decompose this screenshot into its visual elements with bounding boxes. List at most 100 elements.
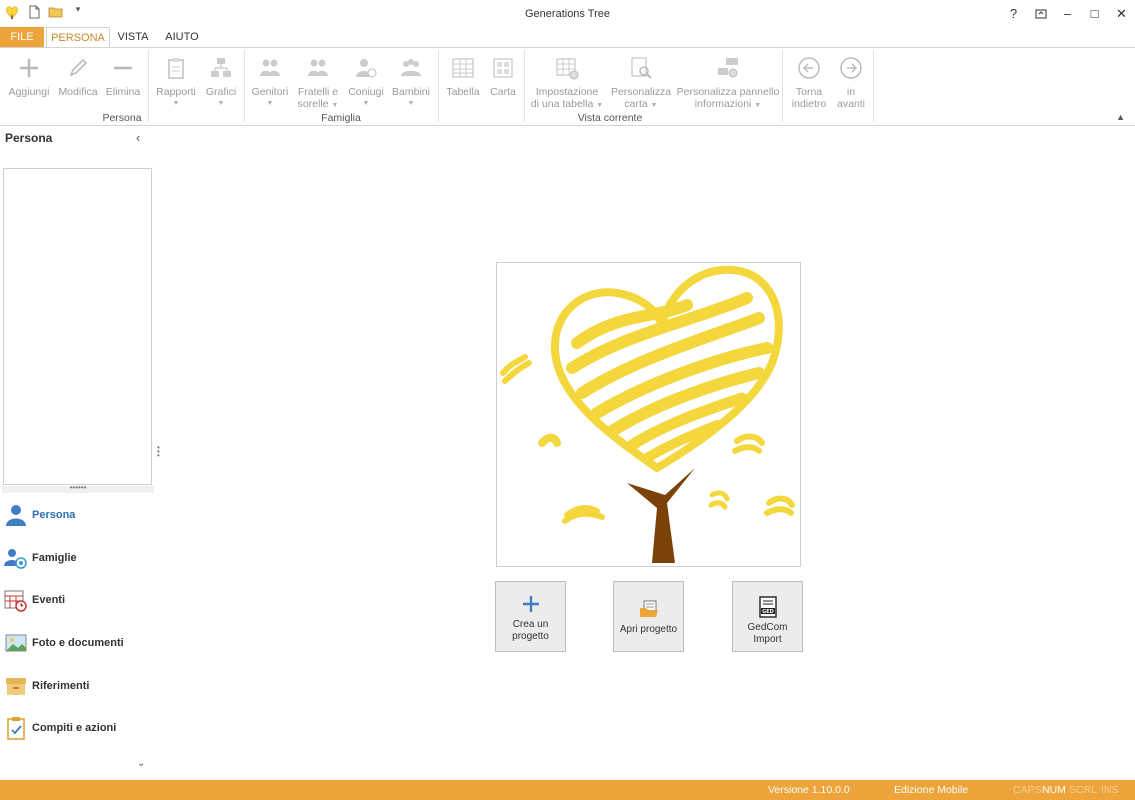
table-settings-icon xyxy=(555,56,579,80)
person-icon xyxy=(4,503,28,527)
pencil-icon xyxy=(66,56,90,80)
go-forward-label-line2: avanti xyxy=(836,98,866,110)
person-list-box[interactable] xyxy=(3,168,152,485)
nav-item-persona-label: Persona xyxy=(32,509,76,521)
nav-item-compiti-azioni[interactable]: Compiti e azioni xyxy=(0,713,156,743)
panel-settings-icon xyxy=(716,56,740,80)
delete-person-label: Elimina xyxy=(105,86,141,98)
restore-window-icon[interactable] xyxy=(1027,0,1054,27)
ins-indicator: INS xyxy=(1101,784,1119,796)
customize-info-panel-label-line1: Personalizza pannello xyxy=(676,86,780,98)
reports-dropdown-icon: ▼ xyxy=(172,100,180,107)
add-person-button[interactable]: Aggiungi xyxy=(8,56,50,98)
minimize-button[interactable]: – xyxy=(1054,0,1081,27)
table-view-button[interactable]: Tabella xyxy=(444,56,482,98)
calendar-icon xyxy=(4,588,28,612)
siblings-label-line2: sorelle ▼ xyxy=(296,98,340,112)
open-project-button[interactable]: Apri progetto xyxy=(613,581,684,652)
delete-person-button[interactable]: Elimina xyxy=(104,56,142,98)
create-project-label-line1: Crea un xyxy=(512,619,549,630)
siblings-button[interactable]: Fratelli e sorelle ▼ xyxy=(296,56,340,112)
charts-button[interactable]: Grafici ▼ xyxy=(202,56,240,110)
customize-map-button[interactable]: Personalizza carta ▼ xyxy=(610,56,672,112)
panel-splitter[interactable]: •••••• xyxy=(2,484,154,493)
customize-info-panel-button[interactable]: Personalizza pannello informazioni ▼ xyxy=(676,56,780,112)
tab-file[interactable]: FILE xyxy=(0,27,44,47)
spouses-button[interactable]: Coniugi ▼ xyxy=(346,56,386,110)
tree-chart-icon xyxy=(209,56,233,80)
map-search-icon xyxy=(629,56,653,80)
nav-item-foto-documenti[interactable]: Foto e documenti xyxy=(0,628,156,658)
welcome-logo xyxy=(496,262,801,567)
charts-dropdown-icon: ▼ xyxy=(217,100,225,107)
add-person-label: Aggiungi xyxy=(8,86,50,98)
archive-icon xyxy=(4,674,28,698)
table-setup-label-line2: di una tabella ▼ xyxy=(530,98,604,112)
version-text: Versione 1.10.0.0 xyxy=(768,784,850,796)
maximize-button[interactable]: □ xyxy=(1081,0,1108,27)
siblings-label-text: sorelle xyxy=(297,98,329,110)
nav-item-compiti-azioni-label: Compiti e azioni xyxy=(32,722,117,734)
edition-text: Edizione Mobile xyxy=(894,784,969,796)
tab-persona[interactable]: PERSONA xyxy=(46,27,110,48)
help-button[interactable]: ? xyxy=(1000,0,1027,27)
reports-label: Rapporti xyxy=(156,86,196,98)
more-nav-chevron-icon[interactable]: ⌄ xyxy=(137,758,145,769)
nav-item-eventi[interactable]: Eventi xyxy=(0,585,156,615)
edit-person-label: Modifica xyxy=(58,86,98,98)
go-back-button[interactable]: Torna indietro xyxy=(788,56,830,110)
go-back-label-line2: indietro xyxy=(791,98,827,110)
collapse-panel-icon[interactable]: ‹ xyxy=(136,130,140,145)
children-button[interactable]: Bambini ▼ xyxy=(390,56,432,110)
tab-vista[interactable]: VISTA xyxy=(111,27,155,47)
generations-tree-logo xyxy=(500,265,795,563)
ged-file-icon: GED xyxy=(757,596,779,618)
spouses-label: Coniugi xyxy=(348,86,384,98)
vertical-splitter[interactable]: • • • xyxy=(157,444,160,460)
clipboard-icon xyxy=(4,716,28,740)
children-dropdown-icon: ▼ xyxy=(407,100,415,107)
arrow-left-circle-icon xyxy=(797,56,821,80)
customize-map-label-line2: carta ▼ xyxy=(610,98,672,112)
go-forward-button[interactable]: in avanti xyxy=(834,56,868,110)
create-project-button[interactable]: Crea un progetto xyxy=(495,581,566,652)
nav-item-persona[interactable]: Persona xyxy=(0,500,156,530)
families-icon xyxy=(4,546,28,570)
customize-info-panel-label-text: informazioni xyxy=(694,98,752,110)
close-button[interactable]: ✕ xyxy=(1108,0,1135,27)
map-icon xyxy=(491,56,515,80)
parents-button[interactable]: Genitori ▼ xyxy=(250,56,290,110)
nav-item-riferimenti-label: Riferimenti xyxy=(32,680,90,692)
scrl-indicator: SCRL xyxy=(1069,784,1098,796)
children-label: Bambini xyxy=(392,86,430,98)
left-panel-title: Persona xyxy=(5,131,53,145)
open-project-icon xyxy=(638,598,660,620)
map-view-button[interactable]: Carta xyxy=(486,56,520,98)
charts-label: Grafici xyxy=(205,86,237,98)
customize-map-label-text: carta xyxy=(624,98,648,110)
children-icon xyxy=(399,56,423,80)
caps-indicator: CAPS xyxy=(1013,784,1042,796)
collapse-ribbon-icon[interactable]: ▲ xyxy=(1116,112,1125,122)
table-setup-dropdown-icon: ▼ xyxy=(596,102,604,109)
vista-corrente-group-label: Vista corrente xyxy=(577,112,643,124)
nav-item-famiglie[interactable]: Famiglie xyxy=(0,543,156,573)
reports-button[interactable]: Rapporti ▼ xyxy=(154,56,198,110)
parents-dropdown-icon: ▼ xyxy=(266,100,274,107)
num-indicator: NUM xyxy=(1042,784,1066,796)
table-setup-button[interactable]: Impostazione di una tabella ▼ xyxy=(530,56,604,112)
nav-item-riferimenti[interactable]: Riferimenti xyxy=(0,671,156,701)
map-view-label: Carta xyxy=(490,86,516,98)
gedcom-import-label: GedCom Import xyxy=(747,622,788,645)
edit-person-button[interactable]: Modifica xyxy=(56,56,100,98)
nav-item-foto-documenti-label: Foto e documenti xyxy=(32,637,124,649)
picture-icon xyxy=(4,631,28,655)
create-project-label-line2: progetto xyxy=(512,631,549,642)
tab-aiuto[interactable]: AIUTO xyxy=(160,27,204,47)
customize-map-label-line1: Personalizza xyxy=(610,86,672,98)
customize-info-panel-label-line2: informazioni ▼ xyxy=(676,98,780,112)
table-setup-label-text: di una tabella xyxy=(530,98,594,110)
title-bar: ▾ Generations Tree ? – □ ✕ xyxy=(0,0,1135,27)
plus-icon xyxy=(17,56,41,80)
gedcom-import-button[interactable]: GED GedCom Import xyxy=(732,581,803,652)
